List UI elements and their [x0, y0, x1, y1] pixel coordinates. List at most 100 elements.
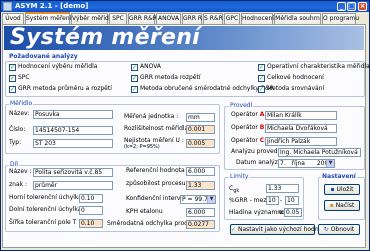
chevron-down-icon[interactable]: ▼: [326, 160, 334, 167]
checkbox-label: GRR metoda rozpětí: [140, 74, 201, 81]
cgk-label: Cgk: [229, 185, 239, 195]
datum-day: 7.: [280, 160, 286, 167]
checkbox-metoda-srovnavani[interactable]: ✓: [258, 86, 265, 93]
tab-gpc[interactable]: GPC: [224, 13, 240, 24]
minimize-button[interactable]: _: [337, 2, 346, 11]
page-banner: Systém měření: [4, 26, 364, 50]
operator-b-input[interactable]: Michaela Dvořáková: [265, 124, 337, 133]
dil-nazev-input[interactable]: Polita seřizovitá v.č.85: [33, 168, 113, 177]
checkbox-label: Metoda srovnávání: [267, 85, 325, 92]
nacist-label: Načíst: [335, 202, 355, 209]
smerodatna-odchylka-input[interactable]: 0.0277: [186, 220, 215, 229]
zpusobilost-input[interactable]: 1.33: [186, 181, 215, 190]
alpha-input[interactable]: 0.05: [284, 208, 302, 217]
tab-meridla-souhrn[interactable]: Měřidla souhrn: [274, 13, 321, 24]
close-button[interactable]: ×: [358, 2, 367, 11]
tab-uvod[interactable]: Úvod: [2, 13, 24, 24]
rozlisitelnost-input[interactable]: 0.001: [186, 125, 215, 134]
ulozit-label: Uložit: [336, 186, 354, 193]
tab-grr-r[interactable]: GRR R: [182, 13, 202, 24]
konfidencni-interval-select[interactable]: P = 99.7% ▼: [180, 195, 216, 204]
ulozit-button[interactable]: ▪ Uložit: [324, 184, 360, 195]
meridlo-nazev-label: Název:: [9, 110, 30, 117]
cgk-label-sub: gk: [233, 188, 240, 195]
page-title: Systém měření: [10, 25, 201, 50]
konfidencni-interval-label: Konfidenční interval: [126, 195, 186, 202]
checkbox-label: SPC: [18, 74, 30, 81]
nejistota-input[interactable]: 0.005: [186, 139, 215, 148]
dolni-tolerance-input[interactable]: 0: [79, 206, 103, 215]
checkbox-label: Celkové hodnocení: [267, 74, 324, 81]
checkbox-hodnoceni-vyberu[interactable]: ✓: [9, 64, 16, 71]
checkbox-celkove-hodnoceni[interactable]: ✓: [258, 75, 265, 82]
operator-c-label-text: Operátor: [231, 137, 258, 144]
title-bar: ASYM 2.1 - [demo] _ □ ×: [1, 1, 369, 12]
cgk-input[interactable]: 1.33: [266, 184, 299, 193]
tab-spc[interactable]: SPC: [109, 13, 127, 24]
tab-vyber-meridla[interactable]: Výběr měřidla: [71, 13, 114, 24]
nastavit-vychozi-label: Nastavit jako výchozí hodnoty: [237, 226, 329, 233]
provedl-group-title: Provedl: [229, 102, 254, 109]
meridlo-cislo-label: Číslo:: [9, 126, 26, 133]
tab-s-rr[interactable]: S R&R: [203, 13, 223, 24]
checkbox-anova[interactable]: ✓: [131, 64, 138, 71]
operator-c-input[interactable]: Jindřich Palzák: [265, 137, 337, 146]
open-folder-icon: ▪: [329, 202, 334, 209]
checkbox-label: GRR metoda průměru a rozpětí: [18, 85, 112, 92]
operator-c-label: Operátor C:: [231, 137, 267, 145]
operator-a-input[interactable]: Milan Králík: [265, 111, 337, 120]
checkbox-label: ANOVA: [140, 63, 162, 70]
kph-etalonu-label: KPH etalonu: [126, 208, 163, 215]
checkbox-label: Operativní charakteristika měřidla GPC: [267, 63, 370, 70]
tab-system-mereni[interactable]: Systém měření: [25, 12, 71, 24]
checkbox-grr-prumer-rozpeti[interactable]: ✓: [9, 86, 16, 93]
refresh-icon: ↻: [323, 226, 329, 233]
meridlo-typ-input[interactable]: ST 203: [33, 139, 113, 148]
horni-tolerance-input[interactable]: 0.10: [79, 194, 103, 203]
operator-a-label: Operátor A:: [231, 111, 267, 119]
horni-tolerance-label: Horní tolerenční úchylka: [9, 194, 82, 201]
nacist-button[interactable]: ▪ Načíst: [324, 200, 360, 211]
analyses-group-title: Požadované analýzy: [8, 53, 79, 60]
dil-znak-input[interactable]: průměr: [33, 181, 113, 190]
dil-nazev-label: Název :: [9, 168, 32, 175]
checkbox-label: Hodnocení výběru měřidla: [18, 63, 98, 70]
analyzu-provedl-input[interactable]: Ing. Michaela Potužníková: [278, 148, 361, 157]
limity-group-title: Limity: [229, 173, 250, 180]
checkbox-spc[interactable]: ✓: [9, 75, 16, 82]
obnovit-label: Obnovit: [330, 226, 355, 233]
checkbox-smerodatna-odchylka[interactable]: ✓: [131, 86, 138, 93]
checkbox-grr-rozpeti[interactable]: ✓: [131, 75, 138, 82]
maximize-button[interactable]: □: [347, 2, 356, 11]
operator-a-label-text: Operátor: [231, 111, 258, 118]
referencni-hodnota-label: Referenční hodnota: [126, 167, 185, 174]
smerodatna-odchylka-label: Směrodatná odchylka procesu: [107, 220, 199, 227]
meridlo-cislo-input[interactable]: 14514507-154: [33, 126, 113, 135]
chevron-down-icon[interactable]: ▼: [207, 196, 215, 203]
checkbox-gpc[interactable]: ✓: [258, 64, 265, 71]
meridlo-nazev-input[interactable]: Posuvka: [33, 110, 113, 119]
analyzu-provedl-label: Analýzu provedl :: [231, 148, 284, 155]
checkbox-label: Metoda obručené směrodatné odchylky R&R: [140, 85, 274, 92]
jednotka-label: Měřená jednotka :: [124, 113, 179, 120]
dil-group-title: Díl: [9, 161, 19, 168]
kph-etalonu-input[interactable]: 6.000: [186, 208, 215, 217]
rozlisitelnost-label: Rozlišitelnost měřidla:: [124, 125, 191, 132]
grr-mez-input[interactable]: 10: [266, 196, 279, 205]
nejistota-sub-label: (k=2; P=95%): [124, 144, 160, 150]
tab-anova[interactable]: ANOVA: [156, 13, 181, 24]
operator-b-label-text: Operátor: [231, 124, 258, 131]
zpusobilost-label: způsobilost procesu cp: [126, 180, 194, 190]
jednotka-input[interactable]: mm: [186, 113, 215, 122]
nastavit-vychozi-button[interactable]: ✓ Nastavit jako výchozí hodnoty: [230, 224, 328, 235]
datum-analyzy-picker[interactable]: 7. října 2004 ▼: [278, 159, 335, 168]
tab-grr-rr[interactable]: GRR R&R: [128, 13, 157, 24]
obnovit-button[interactable]: ↻ Obnovit: [318, 224, 360, 235]
meridlo-group-title: Měřidlo: [9, 100, 34, 107]
tab-hodnoceni[interactable]: Hodnocení: [241, 13, 274, 24]
grr-mez-upper-input[interactable]: 10: [285, 196, 299, 205]
tab-o-programu[interactable]: O programu: [322, 13, 359, 24]
referencni-hodnota-input[interactable]: 6.000: [186, 167, 215, 176]
sirka-tolerance-input[interactable]: 0.10: [79, 219, 103, 228]
nastaveni-group-title: Nastavení: [321, 173, 357, 180]
